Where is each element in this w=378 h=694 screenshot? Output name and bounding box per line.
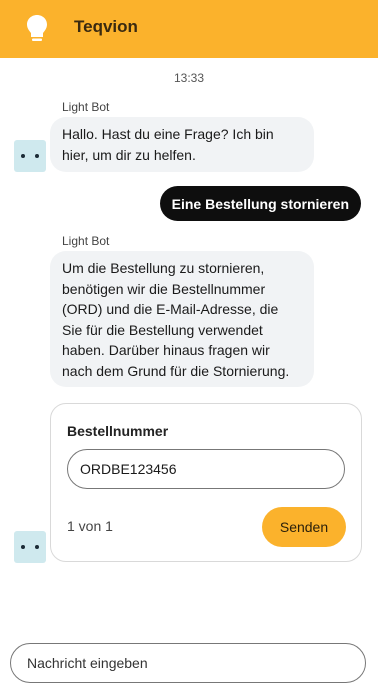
message-input[interactable] — [10, 643, 366, 683]
order-number-label: Bestellnummer — [67, 423, 169, 439]
send-button[interactable]: Senden — [262, 507, 346, 547]
bot-message-bubble: Hallo. Hast du eine Frage? Ich bin hier,… — [50, 117, 314, 172]
order-number-input[interactable] — [67, 449, 345, 489]
bot-avatar — [14, 531, 46, 563]
avatar-eye-icon — [21, 154, 25, 158]
message-sender: Light Bot — [62, 100, 110, 114]
avatar-eye-icon — [35, 154, 39, 158]
bot-message-bubble: Um die Bestellung zu stornieren, benötig… — [50, 251, 314, 387]
message-sender: Light Bot — [62, 234, 110, 248]
avatar-eye-icon — [35, 545, 39, 549]
chat-timestamp: 13:33 — [173, 71, 205, 85]
order-number-form-card: Bestellnummer 1 von 1 Senden — [50, 403, 362, 562]
user-message-bubble: Eine Bestellung stornieren — [159, 186, 361, 221]
lightbulb-icon — [27, 15, 47, 41]
form-pager: 1 von 1 — [67, 518, 113, 534]
avatar-eye-icon — [21, 545, 25, 549]
app-title: Teqvion — [74, 17, 138, 36]
app-header: Teqvion — [0, 0, 378, 58]
bot-avatar — [14, 140, 46, 172]
